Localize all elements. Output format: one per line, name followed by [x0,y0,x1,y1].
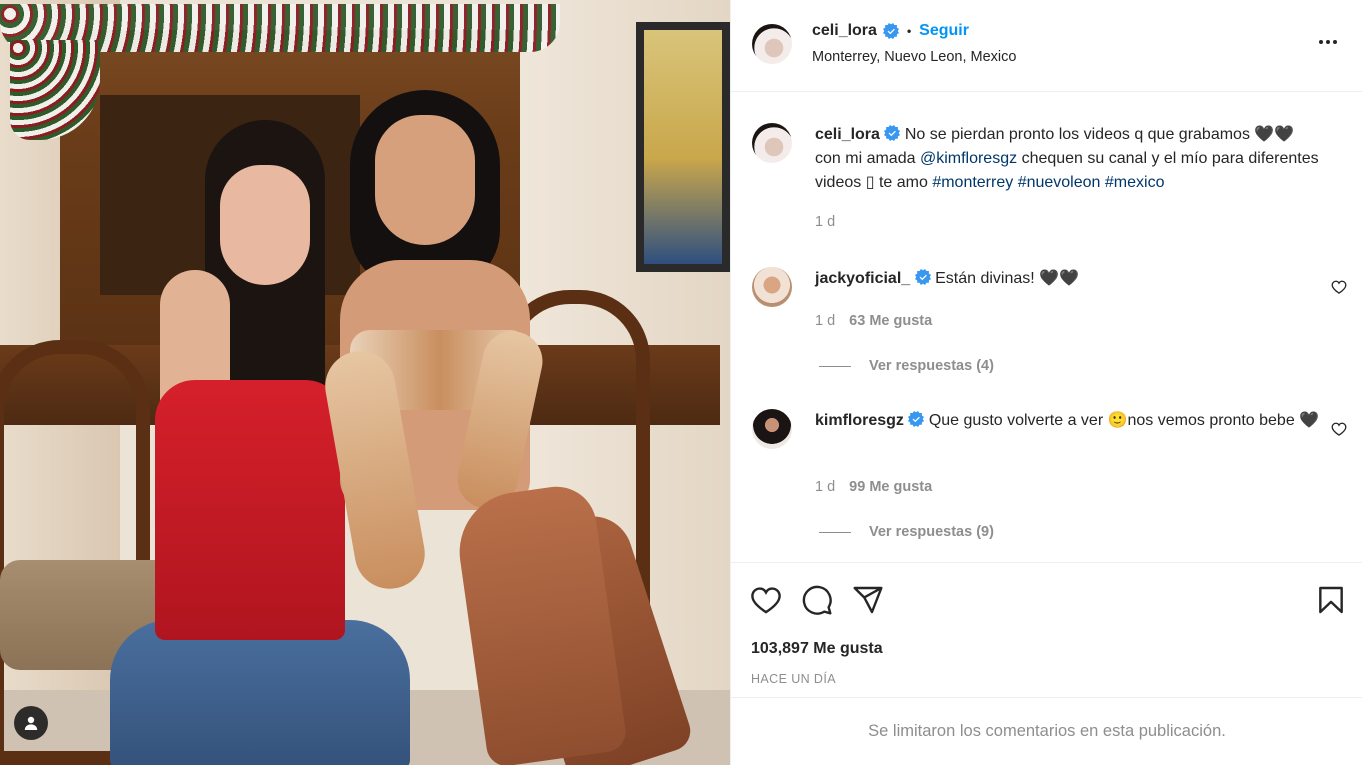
comment-icon[interactable] [800,583,834,617]
comment-likes[interactable]: 63 Me gusta [849,313,932,329]
comments-limited-notice: Se limitaron los comentarios en esta pub… [731,697,1362,765]
post-timestamp[interactable]: HACE UN DÍA [751,672,836,686]
caption-username[interactable]: celi_lora [815,126,880,143]
hashtag-link[interactable]: #nuevoleon [1018,174,1101,191]
comment-username[interactable]: jackyoficial_ [815,270,910,287]
caption-mention[interactable]: @kimfloresgz [920,150,1017,167]
hashtag-link[interactable]: #mexico [1105,174,1165,191]
photo-person-left [110,120,410,765]
comments-section: celi_lora No se pierdan pronto los video… [731,92,1362,562]
replies-divider [819,531,851,533]
comment-likes[interactable]: 99 Me gusta [849,479,932,495]
verified-icon [908,411,925,427]
comment-body: Que gusto volverte a ver 🙂nos vemos pron… [928,412,1320,429]
post-header: celi_lora • Seguir Monterrey, Nuevo Leon… [731,0,1362,92]
post-location[interactable]: Monterrey, Nuevo Leon, Mexico [812,49,1016,65]
bookmark-icon[interactable] [1314,583,1348,617]
photo-painting [636,22,730,272]
separator-dot: • [906,24,912,38]
replies-divider [819,365,851,367]
comment-time[interactable]: 1 d [815,479,835,495]
author-username[interactable]: celi_lora [812,22,877,40]
follow-button[interactable]: Seguir [919,22,969,40]
post-sidebar: celi_lora • Seguir Monterrey, Nuevo Leon… [730,0,1362,765]
view-replies-label: Ver respuestas (9) [869,524,994,540]
caption-text: celi_lora No se pierdan pronto los video… [815,123,1320,195]
more-icon[interactable] [1315,32,1341,52]
comment-avatar[interactable] [752,409,792,449]
action-bar: 103,897 Me gusta HACE UN DÍA [731,562,1362,697]
post-photo[interactable] [0,0,730,765]
comment-body: Están divinas! 🖤🖤 [935,270,1079,287]
likes-count[interactable]: 103,897 Me gusta [751,640,883,658]
view-replies-button[interactable]: Ver respuestas (4) [819,358,994,374]
caption-time[interactable]: 1 d [815,214,835,230]
comment-time[interactable]: 1 d [815,313,835,329]
comment-like-heart-icon[interactable] [1331,421,1347,437]
verified-icon [882,23,899,39]
user-tag-icon[interactable] [14,706,48,740]
share-icon[interactable] [851,583,885,617]
author-avatar[interactable] [752,24,792,64]
comment-avatar[interactable] [752,267,792,307]
view-replies-label: Ver respuestas (4) [869,358,994,374]
view-replies-button[interactable]: Ver respuestas (9) [819,524,994,540]
photo-person-right [319,90,696,765]
comment-text: kimfloresgz Que gusto volverte a ver 🙂no… [815,409,1320,433]
hashtag-link[interactable]: #monterrey [932,174,1013,191]
caption-avatar[interactable] [752,123,792,163]
comment-text: jackyoficial_ Están divinas! 🖤🖤 [815,267,1320,291]
verified-icon [884,125,901,141]
comment-username[interactable]: kimfloresgz [815,412,904,429]
comment-like-heart-icon[interactable] [1331,279,1347,295]
verified-icon [914,269,931,285]
heart-icon[interactable] [749,583,783,617]
